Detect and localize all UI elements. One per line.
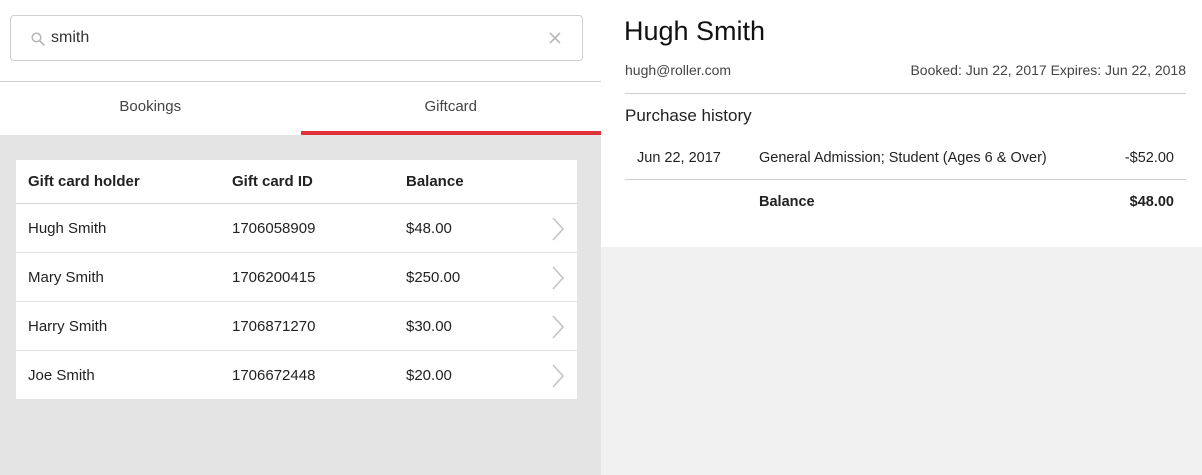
balance-cell: $30.00 [406,317,452,335]
purchase-history-title: Purchase history [625,106,752,125]
id-cell: 1706200415 [232,268,316,286]
holder-cell: Joe Smith [28,366,95,384]
purchase-date: Jun 22, 2017 [637,150,721,166]
divider [625,93,1186,94]
giftcard-detail-panel: Hugh Smith hugh@roller.com Booked: Jun 2… [601,0,1202,247]
balance-cell: $250.00 [406,268,461,286]
balance-cell: $20.00 [406,366,452,384]
search-bar [0,0,601,82]
chevron-right-icon[interactable] [551,315,565,339]
purchase-amount: -$52.00 [1124,150,1174,166]
giftcard-table: Gift card holder Gift card ID Balance Hu… [16,160,577,399]
holder-email: hugh@roller.com [625,62,732,78]
tab-giftcard[interactable]: Giftcard [300,82,602,135]
chevron-right-icon[interactable] [551,364,565,388]
holder-cell: Harry Smith [28,317,108,335]
table-row[interactable]: Hugh Smith 1706058909 $48.00 [16,204,577,253]
table-row[interactable]: Mary Smith 1706200415 $250.00 [16,253,577,302]
tab-bookings[interactable]: Bookings [0,82,301,135]
id-cell: 1706058909 [232,219,316,237]
id-cell: 1706672448 [232,366,316,384]
booking-dates: Booked: Jun 22, 2017 Expires: Jun 22, 20… [910,62,1186,78]
holder-cell: Mary Smith [28,268,104,286]
close-icon[interactable] [548,31,562,45]
balance-label: Balance [759,194,815,210]
column-header-balance: Balance [406,173,464,190]
giftcard-search-panel: Bookings Giftcard Gift card holder Gift … [0,0,601,475]
table-row[interactable]: Harry Smith 1706871270 $30.00 [16,302,577,351]
search-icon [31,32,45,46]
purchase-history-row: Jun 22, 2017 General Admission; Student … [625,138,1186,180]
column-header-holder: Gift card holder [28,173,140,190]
table-row[interactable]: Joe Smith 1706672448 $20.00 [16,351,577,399]
column-header-id: Gift card ID [232,173,313,190]
id-cell: 1706871270 [232,317,316,335]
balance-row: Balance $48.00 [625,180,1186,224]
holder-cell: Hugh Smith [28,219,107,237]
chevron-right-icon[interactable] [551,217,565,241]
holder-name: Hugh Smith [624,16,766,46]
search-box[interactable] [10,15,583,61]
table-header: Gift card holder Gift card ID Balance [16,160,577,204]
purchase-description: General Admission; Student (Ages 6 & Ove… [759,150,1047,166]
balance-value: $48.00 [1129,194,1174,210]
balance-cell: $48.00 [406,219,452,237]
search-input[interactable] [51,16,531,60]
chevron-right-icon[interactable] [551,266,565,290]
tab-bar: Bookings Giftcard [0,82,601,135]
